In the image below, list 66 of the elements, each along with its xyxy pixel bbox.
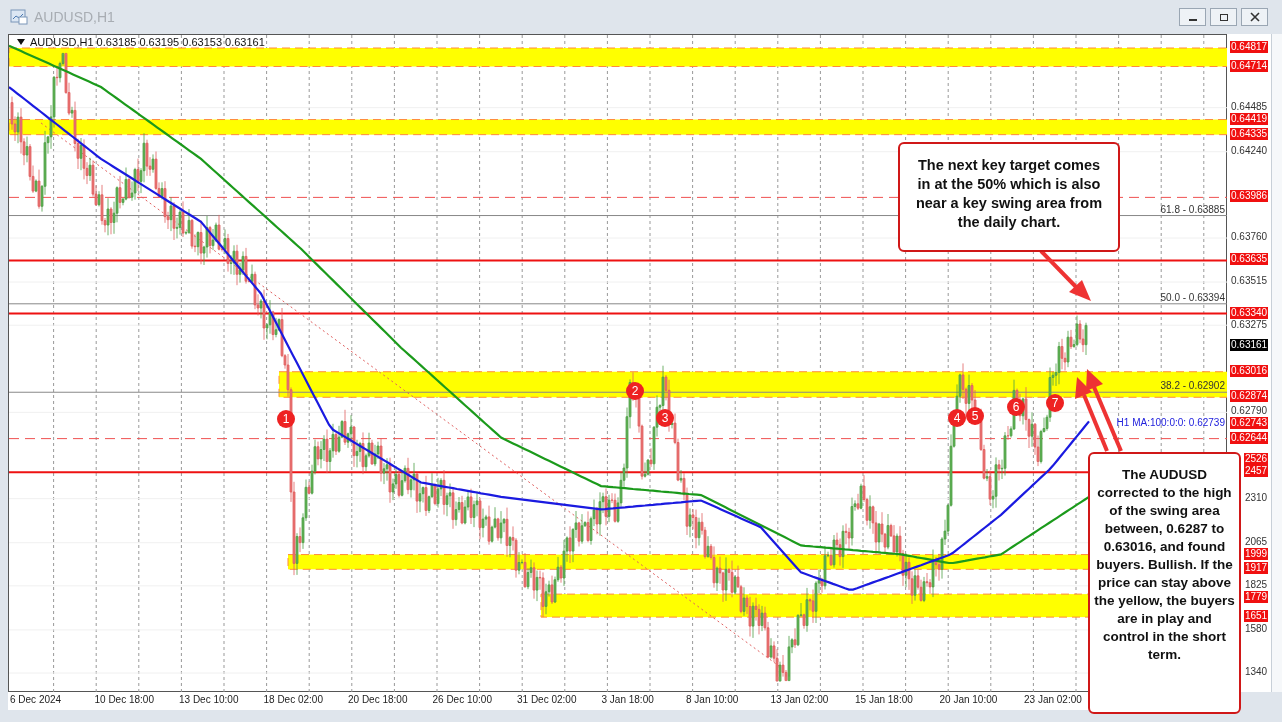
- close-icon: [1249, 12, 1260, 22]
- time-label: 26 Dec 10:00: [432, 694, 492, 705]
- chart-header: AUDUSD,H1 0.63185 0.63195 0.63153 0.63161: [30, 36, 265, 48]
- price-label: 1779: [1243, 590, 1269, 603]
- price-label: 0.63161: [1230, 338, 1269, 351]
- price-label: 0.64714: [1230, 59, 1269, 72]
- price-label: 0.62790: [1230, 405, 1269, 418]
- time-label: 20 Dec 18:00: [348, 694, 408, 705]
- price-label: 0.63986: [1230, 190, 1269, 203]
- number-marker: 3: [656, 409, 674, 427]
- time-label: 3 Jan 18:00: [601, 694, 654, 705]
- dropdown-icon[interactable]: [17, 39, 25, 45]
- price-label: 1580: [1243, 622, 1269, 635]
- time-label: 31 Dec 02:00: [517, 694, 577, 705]
- time-label: 10 Dec 18:00: [94, 694, 154, 705]
- window-title: AUDUSD,H1: [34, 9, 115, 25]
- time-label: 23 Jan 02:00: [1024, 694, 1082, 705]
- price-label: 0.63635: [1230, 253, 1269, 266]
- fibonacci-label: 38.2 - 0.62902: [1160, 380, 1225, 392]
- price-label: 0.63340: [1230, 306, 1269, 319]
- price-label: 2310: [1243, 491, 1269, 504]
- chart-window-icon: [10, 9, 28, 25]
- number-marker: 4: [948, 409, 966, 427]
- moving-average-label: H1 MA:100:0:0: 0.62739: [1116, 416, 1225, 428]
- price-label: 0.64335: [1230, 127, 1269, 140]
- price-label: 0.64817: [1230, 41, 1269, 53]
- time-label: 13 Dec 10:00: [179, 694, 239, 705]
- time-label: 18 Dec 02:00: [263, 694, 323, 705]
- price-label: 0.63016: [1230, 364, 1269, 377]
- price-label: 1651: [1243, 610, 1269, 623]
- number-marker: 6: [1007, 398, 1025, 416]
- time-label: 15 Jan 18:00: [855, 694, 913, 705]
- number-marker: 7: [1046, 394, 1064, 412]
- callout-box: The AUDUSD corrected to the high of the swing area between, 0.6287 to 0.63016, and found buyers. Bullish. If the price can stay above the yellow, the buyers are in play and control in the short term.: [1088, 452, 1241, 714]
- price-label: 1999: [1243, 547, 1269, 560]
- price-label: 0.63760: [1230, 231, 1269, 243]
- price-label: 0.63275: [1230, 318, 1269, 331]
- price-label: 2065: [1243, 535, 1269, 548]
- price-label: 1917: [1243, 562, 1269, 575]
- price-label: 1825: [1243, 578, 1269, 591]
- number-marker: 1: [277, 410, 295, 428]
- minimize-icon: [1188, 19, 1197, 21]
- minimize-button[interactable]: [1179, 8, 1206, 26]
- callout-box: The next key target comes in at the 50% which is also near a key swing area from the daily chart.: [898, 142, 1120, 252]
- time-label: 20 Jan 10:00: [939, 694, 998, 705]
- price-label: 2526: [1243, 452, 1269, 465]
- price-label: 0.63515: [1230, 275, 1269, 288]
- restore-icon: [1218, 12, 1229, 22]
- maximize-button[interactable]: [1210, 8, 1237, 26]
- price-label: 0.64485: [1230, 100, 1269, 113]
- price-label: 1340: [1243, 666, 1269, 678]
- arrow: [1039, 249, 1091, 301]
- price-label: 0.62874: [1230, 390, 1269, 403]
- fibonacci-label: 50.0 - 0.63394: [1160, 291, 1225, 303]
- price-label: 2457: [1243, 465, 1269, 478]
- time-label: 8 Jan 10:00: [686, 694, 739, 705]
- price-label: 0.62743: [1230, 417, 1269, 430]
- fibonacci-label: 61.8 - 0.63885: [1160, 203, 1225, 215]
- close-button[interactable]: [1241, 8, 1268, 26]
- price-label: 0.64419: [1230, 112, 1269, 125]
- number-marker: 2: [626, 382, 644, 400]
- price-label: 0.62644: [1230, 431, 1269, 444]
- time-label: 6 Dec 2024: [10, 694, 62, 705]
- number-marker: 5: [966, 407, 984, 425]
- time-label: 13 Jan 02:00: [770, 694, 829, 705]
- price-label: 0.64240: [1230, 144, 1269, 157]
